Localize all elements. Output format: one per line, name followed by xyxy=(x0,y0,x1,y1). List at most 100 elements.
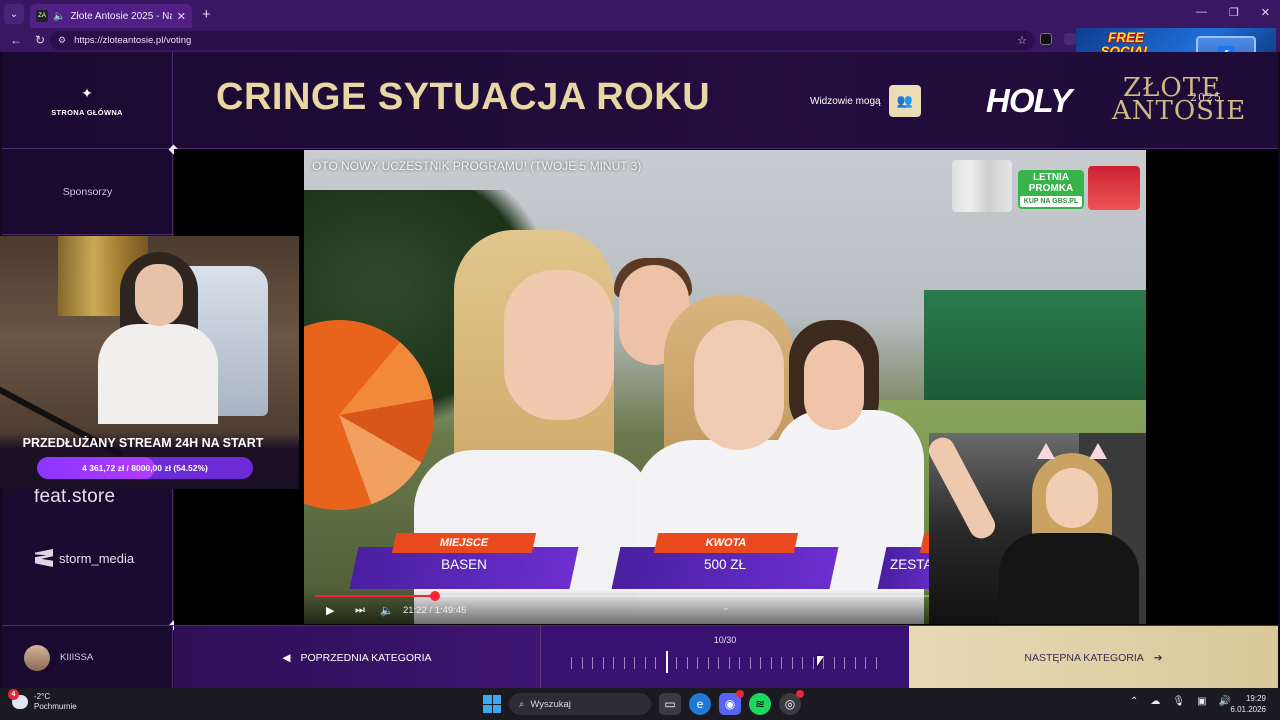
play-icon[interactable]: ▶ xyxy=(326,604,334,617)
site-info-icon[interactable]: ⚙ xyxy=(58,35,66,46)
zlote-antosie-logo: ZŁOTE ANTOSIE 2025 xyxy=(1112,75,1245,124)
video-person xyxy=(694,320,784,450)
video-frame-fence xyxy=(924,290,1146,400)
close-window-icon[interactable]: ✕ xyxy=(1261,6,1270,19)
browser-tab[interactable]: ZA 🔈 Złote Antosie 2025 - Najwięk ✕ xyxy=(30,4,192,28)
weather-widget[interactable]: 4 -2°C Pochmurnie xyxy=(8,689,77,712)
minimize-icon[interactable]: — xyxy=(1196,6,1207,19)
category-title: CRINGE SYTUACJA ROKU xyxy=(216,76,711,118)
category-tick[interactable] xyxy=(613,657,615,669)
back-arrow-icon[interactable]: ← xyxy=(8,33,24,47)
promo-label-text: LETNIA PROMKA xyxy=(1028,172,1074,194)
category-tick[interactable] xyxy=(854,657,856,669)
weather-temp: -2°C xyxy=(34,692,51,701)
video-person xyxy=(804,340,864,430)
viewers-group-button[interactable]: 👥 xyxy=(888,85,921,117)
speaker-icon[interactable]: 🔊 xyxy=(1219,696,1231,707)
next-video-icon[interactable]: ⏭ xyxy=(355,604,365,617)
category-tick[interactable] xyxy=(676,657,678,669)
reload-icon[interactable]: ↻ xyxy=(32,33,48,47)
category-tick[interactable] xyxy=(728,657,730,669)
category-tick[interactable] xyxy=(739,657,741,669)
category-tick[interactable] xyxy=(812,657,814,669)
url-field[interactable]: ⚙ https://zloteantosie.pl/voting ☆ xyxy=(50,31,1035,50)
windows-start-icon[interactable] xyxy=(483,695,501,713)
taskbar-search[interactable]: ⌕ Wyszukaj xyxy=(509,693,651,715)
chevron-down-icon[interactable]: ⌄ xyxy=(722,602,730,613)
extension-icon-2[interactable] xyxy=(1064,33,1076,45)
category-tick[interactable] xyxy=(718,657,720,669)
category-tick[interactable] xyxy=(623,657,625,669)
storm-media-logo-icon xyxy=(35,549,53,567)
promo-label: LETNIA PROMKA KUP NA GBS.PL xyxy=(1018,170,1084,209)
category-tick[interactable] xyxy=(602,657,604,669)
lower-third: MIEJSCE BASEN xyxy=(349,533,579,589)
webcam-person xyxy=(929,433,1000,543)
discord-icon[interactable]: ◉ xyxy=(719,690,744,715)
lower-third-tag: KWOTA xyxy=(653,533,799,553)
streamer-webcam: PRZEDŁUŻANY STREAM 24H NA START 4 361,72… xyxy=(0,236,299,489)
category-tick[interactable] xyxy=(592,657,594,669)
category-tick[interactable] xyxy=(749,657,751,669)
category-ticks[interactable] xyxy=(571,651,881,673)
video-scrubber[interactable] xyxy=(315,591,930,601)
video-scrub-knob[interactable] xyxy=(429,591,440,601)
new-tab-icon[interactable]: + xyxy=(202,6,211,23)
restore-icon[interactable]: ❐ xyxy=(1229,6,1239,19)
webcam-person xyxy=(999,533,1139,624)
category-tick[interactable] xyxy=(697,657,699,669)
volume-icon[interactable]: 🔈 xyxy=(380,604,394,617)
category-footer: KIIISSA ◀ POPRZEDNIA KATEGORIA 10/30 NAS… xyxy=(2,625,1278,689)
tray-chevron-up-icon[interactable]: ⌃ xyxy=(1130,696,1138,707)
category-tick[interactable] xyxy=(644,657,646,669)
stream-goal-title: PRZEDŁUŻANY STREAM 24H NA START xyxy=(22,436,264,450)
video-title[interactable]: OTO NOWY UCZESTNIK PROGRAMU! (TWOJE 5 MI… xyxy=(312,159,641,173)
close-tab-icon[interactable]: ✕ xyxy=(177,10,186,23)
previous-category-button[interactable]: ◀ POPRZEDNIA KATEGORIA xyxy=(174,626,541,689)
category-tick[interactable] xyxy=(581,657,583,669)
webcam-person xyxy=(98,324,218,424)
lower-third-value: 500 ZŁ xyxy=(703,557,747,572)
home-link[interactable]: ✦ STRONA GŁÓWNA xyxy=(2,52,173,149)
category-tick[interactable] xyxy=(634,657,636,669)
task-view-icon[interactable]: ▭ xyxy=(659,693,681,715)
category-tick[interactable] xyxy=(781,657,783,669)
weather-desc: Pochmurnie xyxy=(34,702,77,711)
category-tick-current[interactable] xyxy=(665,651,668,673)
category-tick[interactable] xyxy=(876,657,877,669)
bookmark-star-icon[interactable]: ☆ xyxy=(1017,34,1027,47)
sponsor-storm-media-label: storm_media xyxy=(59,550,135,566)
next-category-button[interactable]: NASTĘPNA KATEGORIA ➔ xyxy=(909,626,1278,689)
category-tick[interactable] xyxy=(770,657,772,669)
category-tick[interactable] xyxy=(655,657,657,669)
audio-playing-icon[interactable]: 🔈 xyxy=(53,11,65,22)
category-tick[interactable] xyxy=(791,657,793,669)
edge-browser-icon[interactable]: e xyxy=(689,693,711,715)
viewers-label: Widzowie mogą xyxy=(810,95,881,107)
display-icon[interactable]: ▣ xyxy=(1197,696,1206,707)
category-tick[interactable] xyxy=(707,657,709,669)
sponsor-feat-store[interactable]: feat.store xyxy=(34,486,115,508)
category-tick[interactable] xyxy=(865,657,867,669)
user-profile[interactable]: KIIISSA xyxy=(2,626,173,689)
microphone-icon[interactable]: 🎙 xyxy=(1172,696,1185,707)
weather-badge: 4 xyxy=(8,689,19,700)
taskbar-clock[interactable]: 19:29 6.01.2026 xyxy=(1230,693,1266,715)
extension-icon[interactable] xyxy=(1040,33,1052,45)
category-tick[interactable] xyxy=(802,657,804,669)
sponsors-label: Sponsorzy xyxy=(2,149,173,235)
onedrive-cloud-icon[interactable]: ☁ xyxy=(1150,696,1160,707)
browser-tab-bar: ⌄ ZA 🔈 Złote Antosie 2025 - Najwięk ✕ + … xyxy=(0,0,1280,28)
category-tick[interactable] xyxy=(760,657,762,669)
taskbar-apps: ⌕ Wyszukaj ▭ e ◉ ≋ ◎ xyxy=(483,690,804,716)
chrome-icon[interactable]: ◎ xyxy=(779,690,804,715)
category-tick[interactable] xyxy=(844,657,846,669)
category-tick[interactable] xyxy=(571,657,572,669)
tab-menu-chevron-icon[interactable]: ⌄ xyxy=(4,4,24,24)
sponsor-storm-media[interactable]: storm_media xyxy=(35,549,134,567)
category-tick[interactable] xyxy=(833,657,835,669)
search-placeholder: Wyszukaj xyxy=(530,698,571,710)
category-tick[interactable] xyxy=(686,657,688,669)
spotify-icon[interactable]: ≋ xyxy=(749,693,771,715)
search-icon: ⌕ xyxy=(519,698,525,710)
